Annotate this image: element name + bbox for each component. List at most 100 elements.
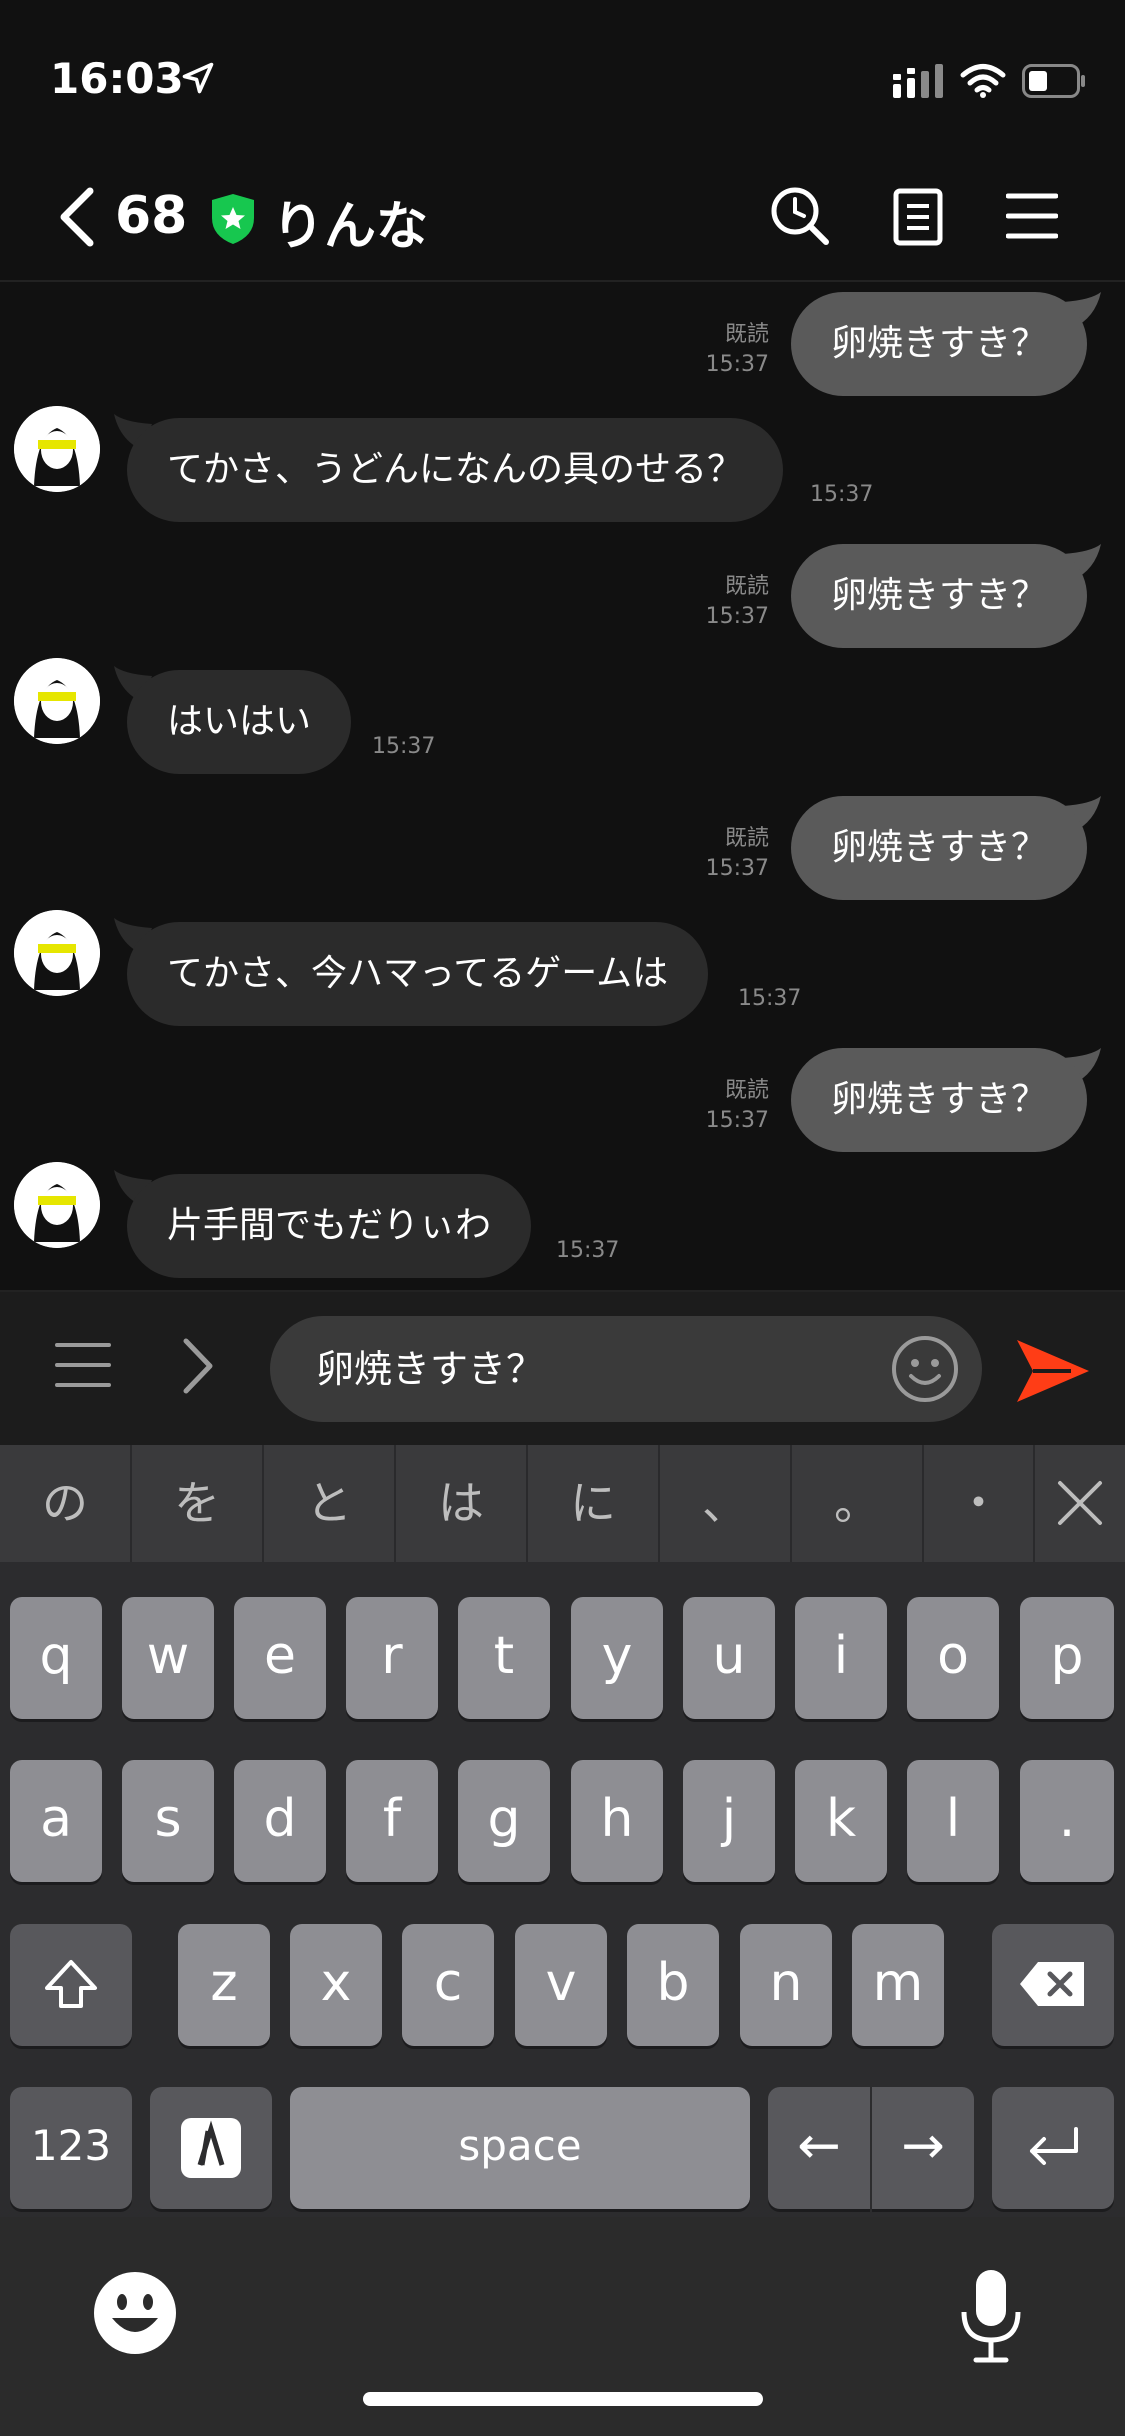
read-receipt: 既読 <box>724 826 769 851</box>
home-indicator[interactable] <box>363 2392 763 2406</box>
key-c[interactable]: c <box>402 1924 494 2046</box>
back-chevron-icon[interactable] <box>54 185 100 249</box>
backspace-icon <box>1020 1962 1084 2006</box>
cursor-left-key[interactable]: ← <box>768 2087 870 2209</box>
key-l[interactable]: l <box>907 1760 999 1882</box>
backspace-key[interactable] <box>992 1924 1114 2046</box>
emoji-icon[interactable] <box>890 1334 960 1404</box>
sent-message[interactable]: 卵焼きすき？ <box>790 544 1087 648</box>
cursor-right-key[interactable]: → <box>872 2087 974 2209</box>
emoji-keyboard-icon[interactable] <box>92 2270 178 2356</box>
numbers-key[interactable]: 123 <box>10 2087 132 2209</box>
message-time: 15:37 <box>705 1108 769 1133</box>
message-meta: 既読 15:37 <box>706 824 769 884</box>
message-list: 卵焼きすき？ 既読 15:37 てかさ、うどんになんの具のせる？ 15:37 卵… <box>0 284 1125 1289</box>
suggestion-item[interactable]: と <box>264 1445 396 1562</box>
avatar-image <box>14 406 100 492</box>
suggestion-item[interactable]: を <box>132 1445 264 1562</box>
received-message[interactable]: てかさ、今ハマってるゲームは <box>127 922 709 1026</box>
message-input[interactable]: 卵焼きすき？ <box>270 1316 982 1422</box>
key-n[interactable]: n <box>740 1924 832 2046</box>
close-icon[interactable] <box>1035 1445 1125 1562</box>
message-meta: 既読 15:37 <box>706 320 769 380</box>
read-receipt: 既読 <box>724 1078 769 1103</box>
suggestion-item[interactable]: 、 <box>660 1445 792 1562</box>
suggestion-item[interactable]: の <box>0 1445 132 1562</box>
message-time: 15:37 <box>705 604 769 629</box>
menu-toggle-icon[interactable] <box>55 1340 111 1390</box>
key-y[interactable]: y <box>571 1597 663 1719</box>
status-bar: 16:03 <box>0 0 1125 150</box>
avatar[interactable] <box>14 658 100 744</box>
suggestion-item[interactable]: は <box>396 1445 528 1562</box>
shift-key[interactable] <box>10 1924 132 2046</box>
avatar[interactable] <box>14 910 100 996</box>
key-h[interactable]: h <box>571 1760 663 1882</box>
key-t[interactable]: t <box>458 1597 550 1719</box>
key-v[interactable]: v <box>515 1924 607 2046</box>
notes-icon[interactable] <box>893 188 943 246</box>
avatar-image <box>14 910 100 996</box>
message-time: 15:37 <box>705 856 769 881</box>
message-time: 15:37 <box>372 734 436 759</box>
key-r[interactable]: r <box>346 1597 438 1719</box>
suggestion-bar: の を と は に 、 。 ・ <box>0 1445 1125 1562</box>
sent-message[interactable]: 卵焼きすき？ <box>790 292 1087 396</box>
key-b[interactable]: b <box>627 1924 719 2046</box>
received-message[interactable]: 片手間でもだりぃわ <box>127 1174 532 1278</box>
return-icon <box>1030 2127 1078 2165</box>
message-meta: 既読 15:37 <box>706 572 769 632</box>
search-history-icon[interactable] <box>770 186 830 246</box>
battery-icon <box>1022 64 1085 98</box>
received-message[interactable]: はいはい <box>127 670 352 774</box>
chat-title: りんな <box>272 197 429 257</box>
key-s[interactable]: s <box>122 1760 214 1882</box>
cellular-signal-icon <box>893 64 943 98</box>
key-m[interactable]: m <box>852 1924 944 2046</box>
suggestion-item[interactable]: ・ <box>924 1445 1035 1562</box>
key-z[interactable]: z <box>178 1924 270 2046</box>
suggestion-item[interactable]: 。 <box>792 1445 924 1562</box>
sent-message[interactable]: 卵焼きすき？ <box>790 1048 1087 1152</box>
return-key[interactable] <box>992 2087 1114 2209</box>
shift-icon <box>45 1960 97 2008</box>
sent-message[interactable]: 卵焼きすき？ <box>790 796 1087 900</box>
message-time: 15:37 <box>556 1238 620 1263</box>
key-a[interactable]: a <box>10 1760 102 1882</box>
read-receipt: 既読 <box>724 322 769 347</box>
key-u[interactable]: u <box>683 1597 775 1719</box>
message-meta: 既読 15:37 <box>706 1076 769 1136</box>
key-d[interactable]: d <box>234 1760 326 1882</box>
received-message[interactable]: てかさ、うどんになんの具のせる？ <box>127 418 784 522</box>
avatar-image <box>14 658 100 744</box>
key-g[interactable]: g <box>458 1760 550 1882</box>
key-i[interactable]: i <box>795 1597 887 1719</box>
key-p[interactable]: p <box>1020 1597 1114 1719</box>
key-k[interactable]: k <box>795 1760 887 1882</box>
chat-header: 68 りんな <box>0 150 1125 282</box>
space-key[interactable]: space <box>290 2087 750 2209</box>
key-o[interactable]: o <box>907 1597 999 1719</box>
key-period[interactable]: . <box>1020 1760 1114 1882</box>
key-area: q w e r t y u i o p a s d f g h j k l . … <box>0 1562 1125 2262</box>
key-q[interactable]: q <box>10 1597 102 1719</box>
message-input-bar: 卵焼きすき？ <box>0 1290 1125 1445</box>
verified-shield-icon <box>212 194 254 244</box>
avatar-image <box>14 1162 100 1248</box>
suggestion-item[interactable]: に <box>528 1445 660 1562</box>
microphone-icon[interactable] <box>958 2268 1024 2364</box>
key-f[interactable]: f <box>346 1760 438 1882</box>
key-w[interactable]: w <box>122 1597 214 1719</box>
menu-icon[interactable] <box>1006 192 1058 240</box>
key-x[interactable]: x <box>290 1924 382 2046</box>
avatar[interactable] <box>14 406 100 492</box>
message-time: 15:37 <box>738 986 802 1011</box>
key-j[interactable]: j <box>683 1760 775 1882</box>
avatar[interactable] <box>14 1162 100 1248</box>
key-e[interactable]: e <box>234 1597 326 1719</box>
chevron-right-icon[interactable] <box>178 1336 218 1396</box>
send-icon[interactable] <box>1015 1336 1091 1406</box>
location-arrow-icon <box>182 62 214 94</box>
unread-count[interactable]: 68 <box>115 186 187 246</box>
keyboard-switch-key[interactable] <box>150 2087 272 2209</box>
